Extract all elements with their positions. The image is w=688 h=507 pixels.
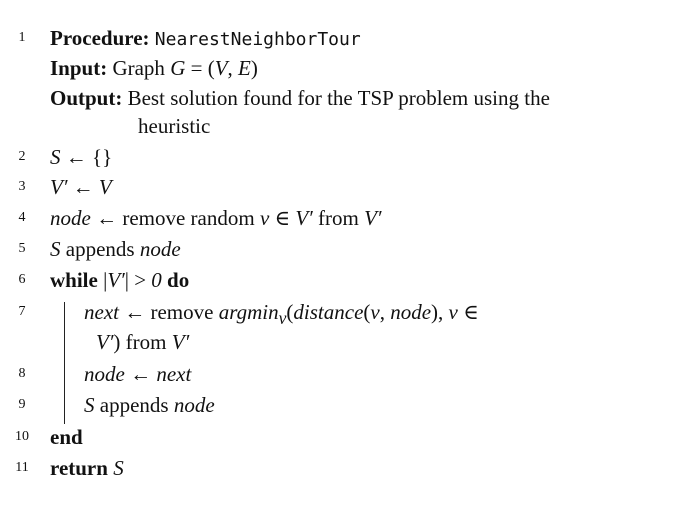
- input-keyword: Input:: [50, 56, 108, 80]
- line-number: 3: [18, 179, 26, 194]
- math-var: S: [113, 456, 124, 480]
- math-var: distance: [293, 300, 364, 324]
- math-var: node: [139, 237, 181, 261]
- algorithm-block: 1 Procedure: NearestNeighborTour Input: …: [0, 0, 688, 507]
- math-var: V′: [295, 206, 313, 230]
- line-content: Input: Graph G = (V, E): [50, 53, 258, 83]
- line-number: 6: [18, 272, 26, 287]
- math-var: E: [238, 56, 251, 80]
- line-number: 7: [18, 304, 26, 319]
- while-keyword: while: [50, 268, 98, 292]
- math-var: S: [50, 145, 61, 169]
- math-var: node: [84, 362, 125, 386]
- code-text: ) from: [113, 330, 172, 354]
- math-var: next: [84, 300, 119, 324]
- code-text: ← {}: [60, 145, 113, 169]
- code-text: ,: [379, 300, 391, 324]
- code-text: = (: [185, 56, 215, 80]
- line-content: S appends node: [50, 234, 181, 264]
- math-var: v: [370, 300, 380, 324]
- procedure-keyword: Procedure:: [50, 26, 150, 50]
- code-text: ,: [227, 56, 239, 80]
- while-block-bar: [64, 302, 65, 424]
- line-content: V′) from V′: [96, 327, 189, 357]
- line-content: heuristic: [138, 111, 210, 141]
- line-content: node ← remove random v ∈ V′ from V′: [50, 203, 382, 233]
- code-text: Graph: [107, 56, 171, 80]
- line-content: S appends node: [84, 390, 215, 420]
- line-number: 5: [18, 241, 26, 256]
- code-text: ∈: [269, 206, 296, 230]
- math-var: G: [170, 56, 186, 80]
- math-var: v: [448, 300, 458, 324]
- math-var: V′: [50, 175, 68, 199]
- line-number: 4: [18, 210, 26, 225]
- math-var: V: [214, 56, 228, 80]
- math-var: argmin: [218, 300, 279, 324]
- procedure-name: NearestNeighborTour: [154, 29, 361, 50]
- code-text: from: [312, 206, 365, 230]
- line-number: 9: [18, 397, 26, 412]
- return-keyword: return: [50, 456, 108, 480]
- code-text: ←: [67, 175, 99, 199]
- end-keyword: end: [50, 425, 83, 449]
- math-var: V′: [171, 330, 190, 354]
- code-text: appends: [94, 393, 174, 417]
- line-content: while |V′| > 0 do: [50, 265, 189, 295]
- math-var: V′: [364, 206, 382, 230]
- line-content: node ← next: [84, 359, 191, 389]
- code-text: ): [250, 56, 258, 80]
- code-text: appends: [60, 237, 140, 261]
- code-text: ∈: [457, 300, 479, 324]
- line-number: 1: [18, 30, 26, 45]
- line-number: 10: [15, 429, 29, 444]
- math-var: V′: [96, 330, 114, 354]
- code-text: ),: [431, 300, 449, 324]
- do-keyword: do: [167, 268, 190, 292]
- code-text: ← remove: [118, 300, 219, 324]
- code-text: heuristic: [138, 114, 211, 138]
- output-keyword: Output:: [50, 86, 123, 110]
- line-content: Procedure: NearestNeighborTour: [50, 23, 361, 55]
- math-var: 0: [151, 268, 162, 292]
- code-text: | >: [124, 268, 152, 292]
- code-text: Best solution found for the TSP problem …: [122, 86, 550, 110]
- line-content: return S: [50, 453, 124, 483]
- math-var: S: [84, 393, 95, 417]
- math-var: V′: [107, 268, 125, 292]
- line-content: Output: Best solution found for the TSP …: [50, 83, 550, 113]
- line-content: S ← {}: [50, 142, 112, 172]
- math-var: S: [50, 237, 61, 261]
- line-number: 2: [18, 149, 26, 164]
- math-var: V: [98, 175, 112, 199]
- math-var: v: [259, 206, 270, 230]
- line-content: end: [50, 422, 83, 452]
- math-var: node: [50, 206, 91, 230]
- code-text: |: [97, 268, 108, 292]
- line-number: 8: [18, 366, 26, 381]
- line-content: V′ ← V: [50, 172, 112, 202]
- math-var: node: [173, 393, 215, 417]
- code-text: ← remove random: [90, 206, 260, 230]
- math-var: next: [156, 362, 192, 386]
- math-var: node: [390, 300, 432, 324]
- code-text: ←: [124, 362, 157, 386]
- line-number: 11: [15, 460, 29, 475]
